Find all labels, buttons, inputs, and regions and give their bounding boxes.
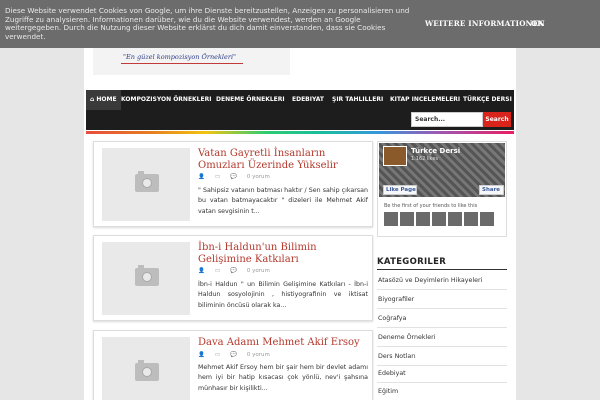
post-thumbnail[interactable] [102, 242, 190, 315]
camera-icon [135, 265, 159, 286]
category-link[interactable]: Ders Notları [378, 353, 416, 360]
category-separator [377, 365, 507, 366]
facebook-widget: Türkçe Dersi 1.162 likes Like Page Share… [377, 141, 507, 237]
search-button[interactable]: Search [483, 112, 511, 127]
author-icon: 👤 [198, 174, 205, 180]
facebook-like-button[interactable]: Like Page [383, 185, 417, 195]
categories-divider [377, 269, 507, 270]
category-separator [377, 327, 507, 328]
category-separator [377, 308, 507, 309]
comment-icon: 💬 [230, 174, 237, 180]
facebook-likes-count: 1.162 likes [411, 156, 439, 162]
nav-item-kitap[interactable]: KITAP INCELEMELERI [390, 90, 460, 110]
post-comments[interactable]: 0 yorum [247, 174, 270, 180]
nav-item-deneme[interactable]: DENEME ÖRNEKLERI [216, 90, 285, 110]
post-card: İbn-i Haldun'un Bilimin Gelişimine Katkı… [93, 235, 373, 321]
post-excerpt: Mehmet Akif Ersoy hem bir şair hem bir d… [198, 364, 368, 392]
friend-avatar[interactable] [432, 212, 446, 226]
post-card: Dava Adamı Mehmet Akif Ersoy 👤 ▭ 💬 0 yorum … [93, 330, 373, 400]
category-link[interactable]: Eğitim [378, 388, 398, 395]
comment-icon: 💬 [230, 268, 237, 274]
friend-avatar[interactable] [464, 212, 478, 226]
post-card: Vatan Gayretli İnsanların Omuzları Üzeri… [93, 141, 373, 227]
post-title[interactable]: Vatan Gayretli İnsanların Omuzları Üzeri… [198, 148, 372, 172]
nav-item-turkce[interactable]: TÜRKÇE DERSI [463, 90, 512, 110]
main-nav: ⌂ HOME KOMPOZISYON ÖRNEKLERI DENEME ÖRNE… [86, 90, 514, 110]
facebook-page-avatar[interactable] [383, 146, 407, 166]
category-link[interactable]: Biyografiler [378, 296, 414, 303]
cookie-text: Diese Website verwendet Cookies von Goog… [5, 6, 410, 41]
facebook-share-button[interactable]: Share [479, 185, 504, 195]
post-excerpt: " Sahipsiz vatanın batması haktır / Sen … [198, 187, 368, 215]
category-link[interactable]: Atasözü ve Deyimlerin Hikayeleri [378, 277, 482, 284]
cookie-more-info-link[interactable]: WEITERE INFORMATIONEN [425, 19, 545, 28]
logo-underline [121, 63, 243, 64]
nav-item-kompozisyon[interactable]: KOMPOZISYON ÖRNEKLERI [121, 90, 211, 110]
facebook-first-text: Be the first of your friends to like thi… [384, 203, 478, 209]
cookie-banner: Diese Website verwendet Cookies von Goog… [0, 0, 600, 48]
friend-avatar[interactable] [480, 212, 494, 226]
category-separator [377, 289, 507, 290]
site-logo[interactable]: "En güzel kompozisyon Örnekleri" [93, 48, 290, 75]
cookie-ok-button[interactable]: OK [531, 19, 544, 28]
nav-item-siir[interactable]: ŞIR TAHLILLERI [332, 90, 383, 110]
category-link[interactable]: Coğrafya [378, 315, 406, 322]
logo-tagline: "En güzel kompozisyon Örnekleri" [123, 53, 237, 61]
calendar-icon: ▭ [214, 174, 221, 180]
camera-icon [135, 360, 159, 381]
post-title[interactable]: Dava Adamı Mehmet Akif Ersoy [198, 337, 360, 349]
nav-item-edebiyat[interactable]: EDEBIYAT [292, 90, 324, 110]
category-separator [377, 346, 507, 347]
post-comments[interactable]: 0 yorum [247, 268, 270, 274]
post-comments[interactable]: 0 yorum [247, 352, 270, 358]
nav-item-home[interactable]: ⌂ HOME [86, 90, 121, 110]
category-link[interactable]: Edebiyat [378, 370, 406, 377]
categories-title: KATEGORILER [377, 257, 447, 267]
friend-avatar[interactable] [416, 212, 430, 226]
post-meta: 👤 ▭ 💬 0 yorum [198, 268, 280, 274]
calendar-icon: ▭ [214, 352, 221, 358]
post-thumbnail[interactable] [102, 148, 190, 221]
color-stripe [86, 131, 514, 134]
post-title[interactable]: İbn-i Haldun'un Bilimin Gelişimine Katkı… [198, 242, 372, 266]
calendar-icon: ▭ [214, 268, 221, 274]
category-link[interactable]: Deneme Örnekleri [378, 334, 436, 341]
friend-avatar[interactable] [400, 212, 414, 226]
author-icon: 👤 [198, 268, 205, 274]
friend-avatar[interactable] [448, 212, 462, 226]
post-meta: 👤 ▭ 💬 0 yorum [198, 174, 280, 180]
facebook-page-name[interactable]: Türkçe Dersi [411, 147, 460, 155]
post-excerpt: İbn-i Haldun " un Bilimin Gelişimine Kat… [198, 281, 368, 309]
facebook-cover[interactable]: Türkçe Dersi 1.162 likes Like Page Share [379, 143, 505, 197]
author-icon: 👤 [198, 352, 205, 358]
post-meta: 👤 ▭ 💬 0 yorum [198, 352, 280, 358]
search-input[interactable]: Search... [411, 112, 483, 127]
category-separator [377, 382, 507, 383]
friend-avatar[interactable] [384, 212, 398, 226]
post-thumbnail[interactable] [102, 337, 190, 400]
comment-icon: 💬 [230, 352, 237, 358]
camera-icon [135, 171, 159, 192]
